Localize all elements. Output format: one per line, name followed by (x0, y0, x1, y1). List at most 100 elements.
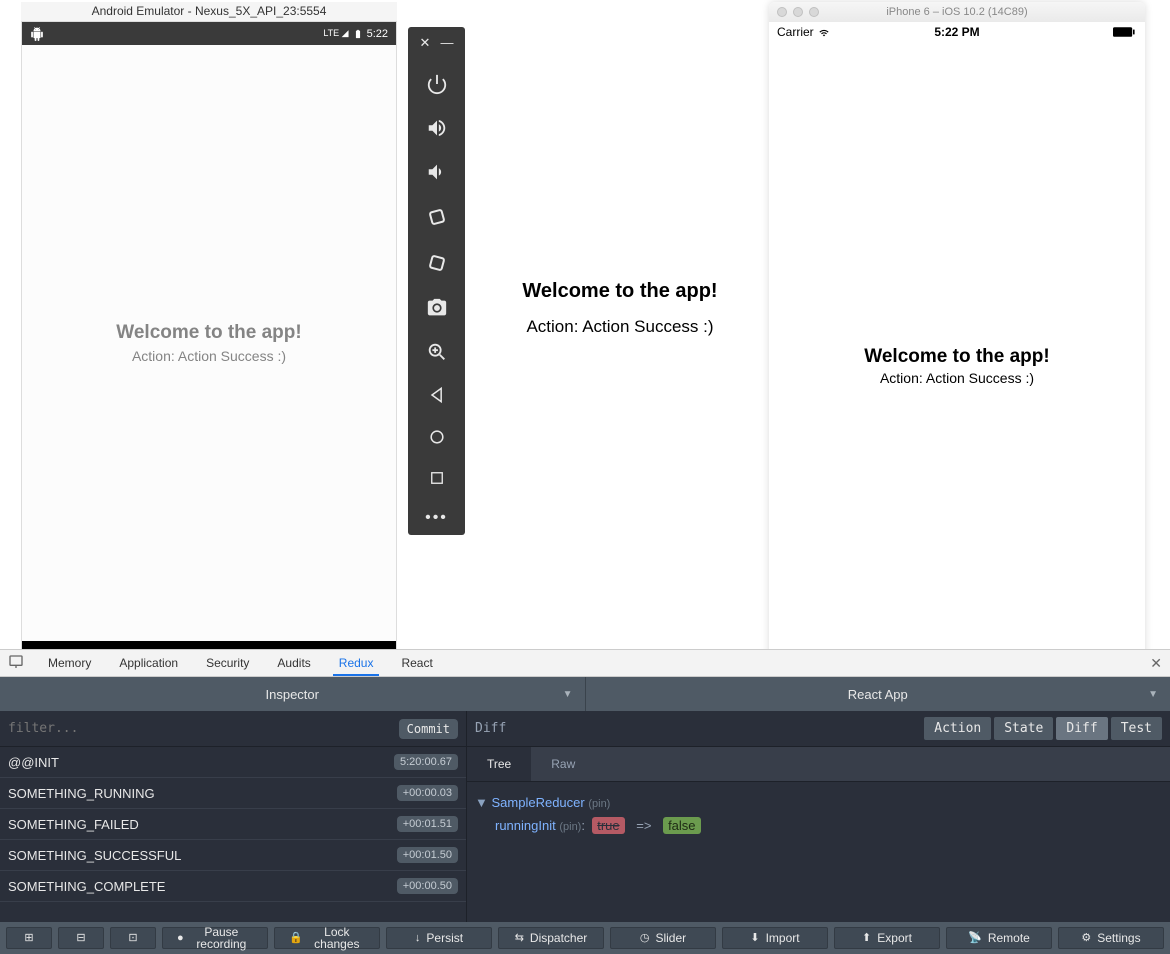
ios-titlebar: iPhone 6 – iOS 10.2 (14C89) (769, 2, 1145, 22)
button-label: Slider (655, 932, 686, 944)
detail-tab-test[interactable]: Test (1111, 717, 1162, 740)
volume-up-icon[interactable] (426, 117, 448, 139)
android-status-time: 5:22 (367, 28, 388, 40)
home-circle-icon[interactable] (427, 427, 447, 447)
redux-tree-view: ▼ SampleReducer (pin) runningInit (pin):… (467, 782, 1170, 922)
bottom-button-import[interactable]: ⬇Import (722, 927, 828, 949)
close-icon[interactable]: ✕ (420, 35, 431, 51)
chevron-down-icon: ▼ (563, 689, 573, 700)
button-icon: ↓ (415, 932, 421, 944)
rotate-right-icon[interactable] (425, 251, 449, 275)
redux-detail: Diff Action State Diff Test Tree Raw ▼ S… (467, 711, 1170, 922)
redux-header-inspector[interactable]: Inspector ▼ (0, 677, 585, 711)
tree-reducer-name[interactable]: SampleReducer (492, 795, 585, 810)
button-icon: ⇆ (515, 932, 524, 944)
center-action-text: Action: Action Success :) (480, 317, 760, 337)
android-status-bar: LTE ◢ 5:22 (22, 22, 396, 45)
android-window-title: Android Emulator - Nexus_5X_API_23:5554 (21, 2, 397, 21)
button-icon: ● (177, 932, 184, 944)
new-value: false (663, 817, 700, 834)
button-label: Lock changes (309, 926, 365, 950)
redux-action-row[interactable]: @@INIT5:20:00.67 (0, 747, 466, 778)
detail-tab-action[interactable]: Action (924, 717, 991, 740)
tab-redux[interactable]: Redux (333, 650, 380, 676)
overview-square-icon[interactable] (428, 469, 446, 487)
pin-label[interactable]: (pin) (588, 798, 610, 810)
subtab-raw[interactable]: Raw (531, 747, 595, 781)
redux-action-row[interactable]: SOMETHING_RUNNING+00:00.03 (0, 778, 466, 809)
detail-tab-state[interactable]: State (994, 717, 1053, 740)
detail-tab-diff[interactable]: Diff (1056, 717, 1107, 740)
button-icon: ⬆ (862, 932, 871, 944)
bottom-button-layout-0[interactable]: ⊞ (6, 927, 52, 949)
bottom-button-settings[interactable]: ⚙Settings (1058, 927, 1164, 949)
button-icon: 📡 (968, 932, 982, 944)
redux-body: Commit @@INIT5:20:00.67SOMETHING_RUNNING… (0, 711, 1170, 922)
bottom-button-dispatcher[interactable]: ⇆ Dispatcher (498, 927, 604, 949)
button-label: Persist (426, 932, 463, 944)
ios-status-bar: Carrier 5:22 PM (769, 22, 1145, 42)
rotate-left-icon[interactable] (425, 205, 449, 229)
action-name: @@INIT (8, 755, 59, 770)
ios-status-time: 5:22 PM (769, 25, 1145, 39)
more-icon[interactable]: ••• (425, 509, 448, 527)
volume-down-icon[interactable] (426, 161, 448, 183)
redux-detail-header: Diff Action State Diff Test (467, 711, 1170, 747)
tab-audits[interactable]: Audits (271, 650, 316, 676)
action-time: +00:01.51 (397, 816, 458, 832)
bottom-button-lock-changes[interactable]: 🔒 Lock changes (274, 927, 380, 949)
button-icon: ⊟ (76, 932, 85, 944)
redux-action-row[interactable]: SOMETHING_FAILED+00:01.51 (0, 809, 466, 840)
subtab-tree[interactable]: Tree (467, 747, 531, 781)
tab-memory[interactable]: Memory (42, 650, 97, 676)
ios-simulator: iPhone 6 – iOS 10.2 (14C89) Carrier 5:22… (769, 2, 1145, 689)
bottom-button-layout-1[interactable]: ⊟ (58, 927, 104, 949)
ios-screen: Carrier 5:22 PM Welcome to the app! Acti… (769, 22, 1145, 689)
action-time: +00:00.03 (397, 785, 458, 801)
tab-application[interactable]: Application (113, 650, 184, 676)
redux-header-app[interactable]: React App ▼ (586, 677, 1170, 711)
pin-label[interactable]: (pin) (559, 821, 581, 833)
inspect-icon[interactable] (8, 654, 26, 672)
tree-key[interactable]: runningInit (495, 818, 556, 833)
button-label: Import (766, 932, 800, 944)
devtools-close-icon[interactable]: ✕ (1150, 655, 1162, 672)
tab-react[interactable]: React (395, 650, 438, 676)
battery-icon (353, 27, 363, 41)
camera-icon[interactable] (426, 297, 448, 319)
android-icon (30, 27, 44, 41)
button-icon: ◷ (640, 932, 650, 944)
redux-action-row[interactable]: SOMETHING_COMPLETE+00:00.50 (0, 871, 466, 902)
tab-security[interactable]: Security (200, 650, 255, 676)
minimize-icon[interactable]: — (440, 35, 453, 51)
action-time: +00:00.50 (397, 878, 458, 894)
android-screen: LTE ◢ 5:22 Welcome to the app! Action: A… (21, 21, 397, 688)
redux-subtabs: Tree Raw (467, 747, 1170, 782)
power-icon[interactable] (426, 73, 448, 95)
zoom-icon[interactable] (426, 341, 448, 363)
commit-button[interactable]: Commit (399, 719, 458, 739)
button-label: Export (877, 932, 912, 944)
button-label: Dispatcher (530, 932, 587, 944)
button-icon: 🔒 (289, 932, 303, 944)
chevron-down-icon: ▼ (1148, 689, 1158, 700)
redux-filter-row: Commit (0, 711, 466, 747)
android-app-content: Welcome to the app! Action: Action Succe… (22, 45, 396, 641)
tree-arrow-icon[interactable]: ▼ (475, 795, 488, 810)
bottom-button-slider[interactable]: ◷ Slider (610, 927, 716, 949)
bottom-button-layout-2[interactable]: ⊡ (110, 927, 156, 949)
bottom-button-pause-recording[interactable]: ●Pause recording (162, 927, 268, 949)
bottom-button-persist[interactable]: ↓ Persist (386, 927, 492, 949)
arrow-text: => (636, 818, 651, 833)
button-label: Settings (1097, 932, 1140, 944)
back-triangle-icon[interactable] (427, 385, 447, 405)
button-icon: ⊡ (128, 932, 137, 944)
android-welcome-heading: Welcome to the app! (116, 322, 301, 344)
filter-input[interactable] (8, 721, 399, 736)
redux-action-row[interactable]: SOMETHING_SUCCESSFUL+00:01.50 (0, 840, 466, 871)
bottom-button-export[interactable]: ⬆ Export (834, 927, 940, 949)
bottom-button-remote[interactable]: 📡Remote (946, 927, 1052, 949)
ios-app-content: Welcome to the app! Action: Action Succe… (769, 42, 1145, 689)
ios-welcome-heading: Welcome to the app! (864, 346, 1049, 368)
ios-action-text: Action: Action Success :) (880, 370, 1034, 386)
